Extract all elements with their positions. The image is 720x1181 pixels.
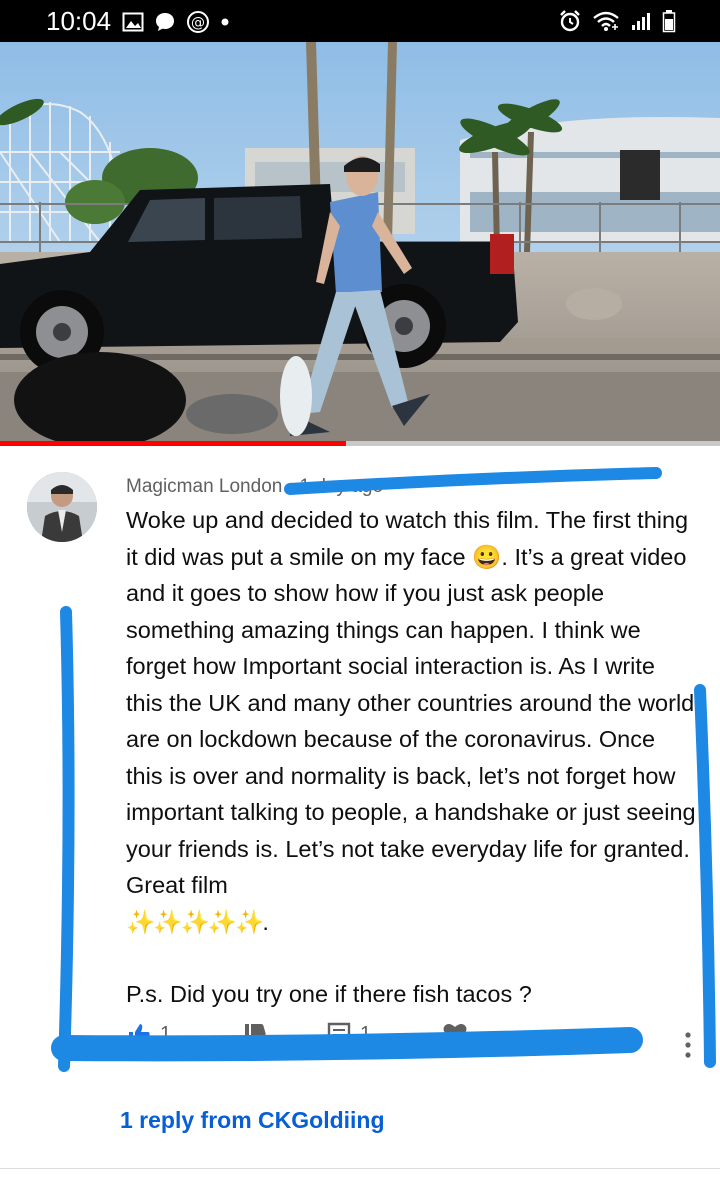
comment-text: Woke up and decided to watch this film. …	[126, 507, 696, 898]
chat-bubble-icon	[156, 13, 174, 31]
gallery-icon	[122, 12, 144, 32]
comment-header: Magicman London • 1 day ago	[126, 476, 383, 498]
more-options-button[interactable]	[678, 1030, 698, 1060]
avatar-image	[27, 472, 97, 542]
avatar[interactable]	[27, 472, 97, 542]
like-count: 1	[160, 1022, 172, 1045]
video-player[interactable]	[0, 42, 720, 446]
video-frame	[0, 42, 720, 446]
comment-paragraph: Woke up and decided to watch this film. …	[126, 502, 696, 940]
alarm-icon	[560, 10, 580, 32]
comment-separator: •	[287, 476, 295, 497]
signal-icon	[632, 13, 650, 30]
comment-body: Woke up and decided to watch this film. …	[126, 502, 696, 1013]
comment-actions: 1 1	[126, 1021, 686, 1051]
dislike-button[interactable]	[242, 1021, 268, 1047]
comment-time: 1 day ago	[299, 476, 384, 497]
svg-text:@: @	[191, 15, 205, 31]
reply-icon	[327, 1022, 351, 1047]
status-time: 10:04	[46, 6, 112, 36]
divider	[0, 1168, 720, 1169]
thumbs-up-icon	[129, 1024, 150, 1044]
status-right-icons	[558, 9, 676, 33]
battery-icon	[662, 10, 676, 33]
at-sign-icon: @	[187, 11, 209, 33]
thumbs-down-icon	[245, 1024, 266, 1044]
comment-paragraph: P.s. Did you try one if there fish tacos…	[126, 981, 532, 1007]
heart-icon	[443, 1024, 467, 1043]
view-replies-link[interactable]: 1 reply from CKGoldiing	[120, 1107, 385, 1134]
reply-count: 1	[360, 1022, 372, 1045]
heart-button[interactable]	[442, 1021, 468, 1045]
like-button[interactable]: 1	[126, 1021, 171, 1047]
reply-button[interactable]: 1	[326, 1021, 371, 1047]
wifi-icon	[593, 11, 619, 31]
status-bar: 10:04 @	[0, 0, 720, 42]
more-vertical-icon	[685, 1032, 691, 1058]
comment-author[interactable]: Magicman London	[126, 476, 282, 497]
sparkles-icon: ✨✨✨✨✨	[126, 908, 264, 935]
status-left-icons: @	[122, 10, 230, 34]
dot-icon	[221, 18, 229, 26]
comment-stars-tail: .	[262, 908, 269, 935]
comment-thread: Magicman London • 1 day ago Woke up and …	[0, 446, 720, 1181]
